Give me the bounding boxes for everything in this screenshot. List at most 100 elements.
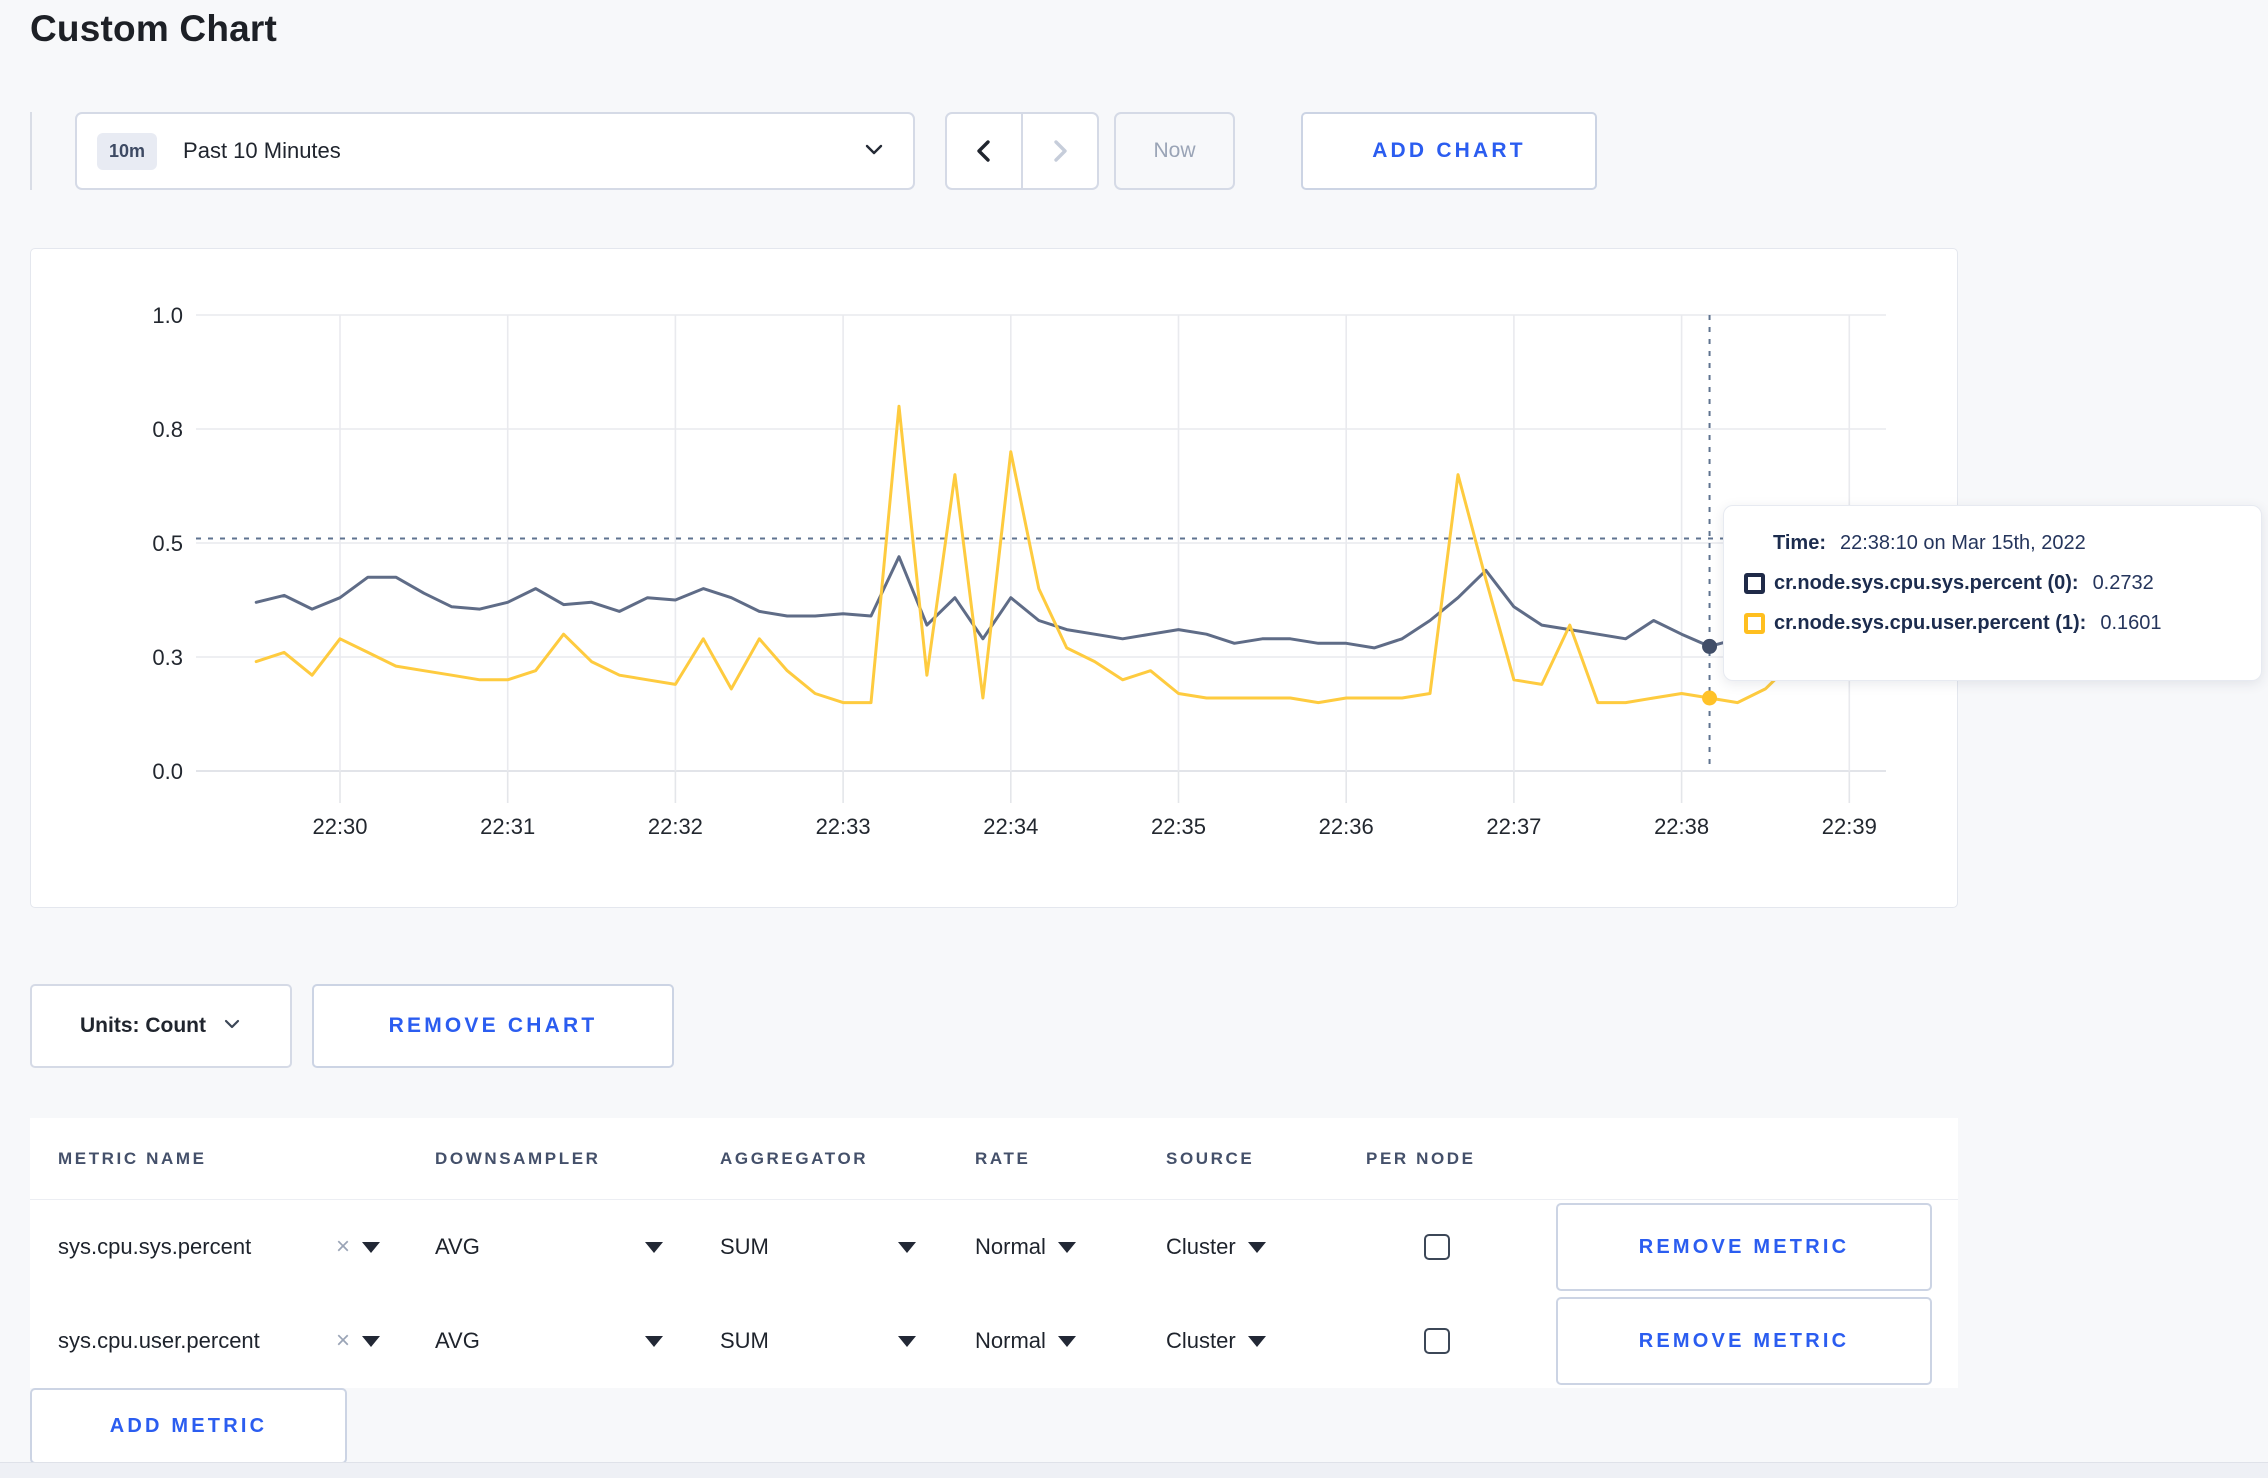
- dropdown-caret-icon: [362, 1241, 380, 1253]
- per-node-checkbox[interactable]: [1424, 1234, 1450, 1260]
- series-swatch-sys: [1744, 573, 1765, 594]
- x-axis-tick-label: 22:31: [480, 814, 535, 839]
- aggregator-select[interactable]: SUM: [720, 1328, 916, 1354]
- chevron-down-icon: [222, 1014, 242, 1039]
- now-button[interactable]: Now: [1114, 112, 1235, 190]
- y-axis-tick-label: 0.5: [152, 531, 183, 556]
- page-title: Custom Chart: [30, 8, 278, 49]
- x-axis-tick-label: 22:39: [1822, 814, 1877, 839]
- x-axis-tick-label: 22:30: [312, 814, 367, 839]
- dropdown-caret-icon: [1247, 1335, 1266, 1347]
- chart-card: 1.0 0.8 0.5 0.3 0.0 22:30 22:31 22:32 22:33 22:34…: [30, 248, 1958, 908]
- metric-name-value: sys.cpu.sys.percent: [58, 1234, 252, 1259]
- series-swatch-user: [1744, 613, 1765, 634]
- metric-name-select[interactable]: sys.cpu.user.percent ×: [58, 1327, 380, 1355]
- col-header-per-node: PER NODE: [1366, 1148, 1476, 1168]
- tooltip-series-row: cr.node.sys.cpu.sys.percent (0): 0.2732: [1744, 572, 2241, 595]
- tooltip-series-label: cr.node.sys.cpu.user.percent (1):: [1774, 612, 2087, 634]
- x-axis-tick-label: 22:33: [816, 814, 871, 839]
- tooltip-time-row: Time: 22:38:10 on Mar 15th, 2022: [1744, 532, 2241, 555]
- remove-metric-button[interactable]: REMOVE METRIC: [1556, 1203, 1932, 1291]
- col-header-rate: RATE: [975, 1148, 1031, 1168]
- dropdown-caret-icon: [645, 1241, 663, 1253]
- time-window-label: Past 10 Minutes: [183, 138, 341, 163]
- col-header-aggregator: AGGREGATOR: [720, 1148, 869, 1168]
- metrics-table: METRIC NAME DOWNSAMPLER AGGREGATOR RATE …: [30, 1118, 1958, 1388]
- time-step-group: [945, 112, 1099, 190]
- add-metric-button[interactable]: ADD METRIC: [30, 1388, 347, 1464]
- y-axis-tick-label: 0.3: [152, 645, 183, 670]
- col-header-source: SOURCE: [1166, 1148, 1255, 1168]
- tooltip-series-value: 0.1601: [2100, 612, 2162, 634]
- chevron-down-icon: [861, 136, 887, 167]
- aggregator-value: SUM: [720, 1234, 769, 1259]
- units-label: Units: Count: [80, 1014, 206, 1037]
- rate-value: Normal: [975, 1328, 1046, 1353]
- controls-left-divider: [30, 112, 32, 190]
- metric-name-value: sys.cpu.user.percent: [58, 1328, 260, 1353]
- downsampler-value: AVG: [435, 1234, 480, 1259]
- rate-value: Normal: [975, 1234, 1046, 1259]
- tooltip-time-label: Time:: [1773, 532, 1826, 554]
- y-axis-tick-label: 0.8: [152, 417, 183, 442]
- downsampler-value: AVG: [435, 1328, 480, 1353]
- dropdown-caret-icon: [645, 1335, 663, 1347]
- remove-chart-button[interactable]: REMOVE CHART: [312, 984, 674, 1068]
- chart-footer-controls: Units: Count REMOVE CHART: [30, 984, 674, 1068]
- downsampler-select[interactable]: AVG: [435, 1328, 663, 1354]
- series-line-0: [254, 555, 1879, 650]
- time-controls: 10m Past 10 Minutes Now ADD CHART: [30, 112, 1597, 190]
- aggregator-select[interactable]: SUM: [720, 1234, 916, 1260]
- add-chart-button[interactable]: ADD CHART: [1301, 112, 1597, 190]
- tooltip-series-row: cr.node.sys.cpu.user.percent (1): 0.1601: [1744, 612, 2241, 635]
- x-axis-tick-label: 22:34: [983, 814, 1038, 839]
- metrics-table-header: METRIC NAME DOWNSAMPLER AGGREGATOR RATE …: [30, 1118, 1958, 1200]
- col-header-metric-name: METRIC NAME: [58, 1148, 207, 1168]
- col-header-downsampler: DOWNSAMPLER: [435, 1148, 601, 1168]
- chevron-left-icon: [977, 140, 990, 162]
- y-axis-tick-label: 0.0: [152, 759, 183, 784]
- per-node-checkbox[interactable]: [1424, 1328, 1450, 1354]
- time-window-dropdown[interactable]: 10m Past 10 Minutes: [75, 112, 915, 190]
- tooltip-time-value: 22:38:10 on Mar 15th, 2022: [1839, 532, 2086, 554]
- source-value: Cluster: [1166, 1328, 1236, 1353]
- x-axis-tick-label: 22:35: [1151, 814, 1206, 839]
- bottom-strip: [0, 1462, 2268, 1478]
- step-forward-button[interactable]: [1021, 114, 1097, 188]
- y-axis-tick-label: 1.0: [152, 303, 183, 328]
- tooltip-series-value: 0.2732: [2092, 572, 2154, 594]
- dropdown-caret-icon: [1057, 1241, 1076, 1253]
- chart-hover-tooltip: Time: 22:38:10 on Mar 15th, 2022 cr.node…: [1723, 505, 2262, 681]
- aggregator-value: SUM: [720, 1328, 769, 1353]
- table-row: sys.cpu.user.percent × AVG SUM Normal Cl…: [30, 1294, 1958, 1388]
- dropdown-caret-icon: [898, 1335, 916, 1347]
- downsampler-select[interactable]: AVG: [435, 1234, 663, 1260]
- dropdown-caret-icon: [1247, 1241, 1266, 1253]
- clear-metric-icon[interactable]: ×: [336, 1327, 350, 1355]
- source-value: Cluster: [1166, 1234, 1236, 1259]
- metric-name-select[interactable]: sys.cpu.sys.percent ×: [58, 1233, 380, 1261]
- rate-select[interactable]: Normal: [975, 1234, 1166, 1260]
- tooltip-series-label: cr.node.sys.cpu.sys.percent (0):: [1774, 572, 2079, 594]
- series-line-1: [254, 404, 1879, 705]
- units-dropdown[interactable]: Units: Count: [30, 984, 292, 1068]
- chevron-right-icon: [1054, 140, 1067, 162]
- table-row: sys.cpu.sys.percent × AVG SUM Normal Clu…: [30, 1200, 1958, 1294]
- step-back-button[interactable]: [947, 114, 1021, 188]
- dropdown-caret-icon: [898, 1241, 916, 1253]
- dropdown-caret-icon: [1057, 1335, 1076, 1347]
- clear-metric-icon[interactable]: ×: [336, 1233, 350, 1261]
- timeseries-chart[interactable]: 1.0 0.8 0.5 0.3 0.0 22:30 22:31 22:32 22:33 22:34…: [31, 249, 1957, 907]
- x-axis-tick-label: 22:32: [648, 814, 703, 839]
- time-window-badge: 10m: [97, 132, 158, 170]
- x-axis-tick-label: 22:36: [1319, 814, 1374, 839]
- rate-select[interactable]: Normal: [975, 1328, 1166, 1354]
- remove-metric-button[interactable]: REMOVE METRIC: [1556, 1297, 1932, 1385]
- x-axis-tick-label: 22:38: [1654, 814, 1709, 839]
- hover-point-1: [1702, 690, 1718, 706]
- dropdown-caret-icon: [362, 1335, 380, 1347]
- source-select[interactable]: Cluster: [1166, 1328, 1366, 1354]
- hover-point-0: [1702, 638, 1718, 654]
- x-axis-tick-label: 22:37: [1486, 814, 1541, 839]
- source-select[interactable]: Cluster: [1166, 1234, 1366, 1260]
